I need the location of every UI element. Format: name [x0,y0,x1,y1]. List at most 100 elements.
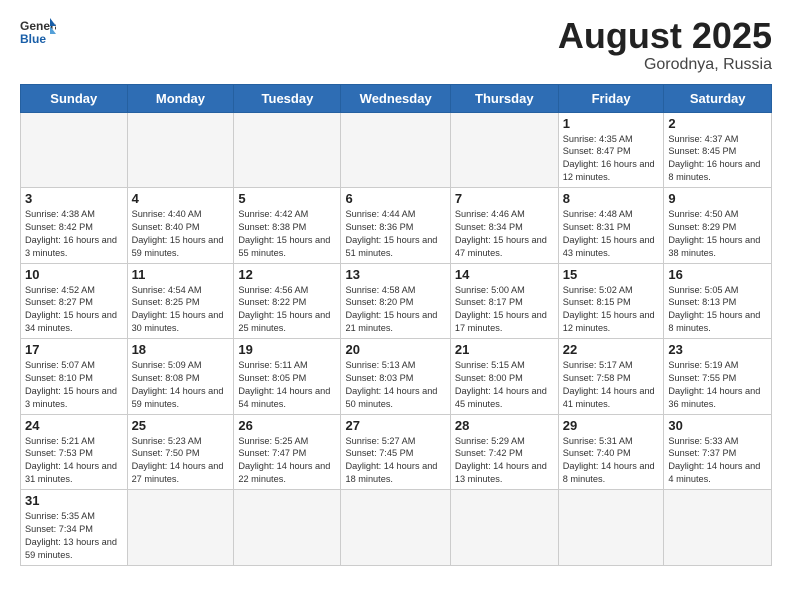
table-row [234,490,341,566]
day-number: 13 [345,267,445,282]
header-tuesday: Tuesday [234,84,341,112]
day-number: 8 [563,191,660,206]
day-info: Sunrise: 5:33 AMSunset: 7:37 PMDaylight:… [668,435,767,487]
table-row: 19Sunrise: 5:11 AMSunset: 8:05 PMDayligh… [234,339,341,415]
table-row: 28 Sunrise: 5:29 AMSunset: 7:42 PMDayligh… [450,414,558,490]
day-number: 24 [25,418,123,433]
table-row [341,490,450,566]
day-number: 29 [563,418,660,433]
day-info: Sunrise: 5:00 AMSunset: 8:17 PMDaylight:… [455,284,554,336]
day-info: Sunrise: 5:07 AMSunset: 8:10 PMDaylight:… [25,359,123,411]
table-row: 4 Sunrise: 4:40 AMSunset: 8:40 PMDaylight… [127,188,234,264]
day-info: Sunrise: 5:27 AMSunset: 7:45 PMDaylight:… [345,435,445,487]
day-number: 9 [668,191,767,206]
table-row: 21 Sunrise: 5:15 AMSunset: 8:00 PMDayligh… [450,339,558,415]
day-number: 10 [25,267,123,282]
day-info: Sunrise: 5:25 AMSunset: 7:47 PMDaylight:… [238,435,336,487]
table-row [558,490,664,566]
day-number: 21 [455,342,554,357]
table-row: 23Sunrise: 5:19 AMSunset: 7:55 PMDayligh… [664,339,772,415]
table-row: 13 Sunrise: 4:58 AMSunset: 8:20 PMDayligh… [341,263,450,339]
day-number: 18 [132,342,230,357]
day-number: 16 [668,267,767,282]
logo: General Blue [20,16,56,46]
table-row [664,490,772,566]
day-info: Sunrise: 4:44 AMSunset: 8:36 PMDaylight:… [345,208,445,260]
header: General Blue August 2025 Gorodnya, Russi… [20,16,772,74]
header-wednesday: Wednesday [341,84,450,112]
table-row: 11 Sunrise: 4:54 AMSunset: 8:25 PMDayligh… [127,263,234,339]
day-info: Sunrise: 4:42 AMSunset: 8:38 PMDaylight:… [238,208,336,260]
subtitle: Gorodnya, Russia [558,56,772,74]
header-saturday: Saturday [664,84,772,112]
day-info: Sunrise: 4:48 AMSunset: 8:31 PMDaylight:… [563,208,660,260]
day-number: 17 [25,342,123,357]
table-row [127,490,234,566]
day-info: Sunrise: 5:02 AMSunset: 8:15 PMDaylight:… [563,284,660,336]
logo-icon: General Blue [20,16,56,46]
day-info: Sunrise: 4:58 AMSunset: 8:20 PMDaylight:… [345,284,445,336]
header-sunday: Sunday [21,84,128,112]
day-info: Sunrise: 5:31 AMSunset: 7:40 PMDaylight:… [563,435,660,487]
day-number: 30 [668,418,767,433]
table-row: 15 Sunrise: 5:02 AMSunset: 8:15 PMDayligh… [558,263,664,339]
table-row: 30 Sunrise: 5:33 AMSunset: 7:37 PMDayligh… [664,414,772,490]
table-row: 14Sunrise: 5:00 AMSunset: 8:17 PMDayligh… [450,263,558,339]
day-info: Sunrise: 4:54 AMSunset: 8:25 PMDaylight:… [132,284,230,336]
table-row: 20 Sunrise: 5:13 AMSunset: 8:03 PMDayligh… [341,339,450,415]
title-block: August 2025 Gorodnya, Russia [558,16,772,74]
table-row: 24 Sunrise: 5:21 AMSunset: 7:53 PMDayligh… [21,414,128,490]
day-info: Sunrise: 5:17 AMSunset: 7:58 PMDaylight:… [563,359,660,411]
day-info: Sunrise: 5:35 AMSunset: 7:34 PMDaylight:… [25,510,123,562]
table-row: 22 Sunrise: 5:17 AMSunset: 7:58 PMDayligh… [558,339,664,415]
table-row [234,112,341,188]
day-number: 31 [25,493,123,508]
day-number: 22 [563,342,660,357]
table-row: 8 Sunrise: 4:48 AMSunset: 8:31 PMDaylight… [558,188,664,264]
day-number: 3 [25,191,123,206]
table-row: 26 Sunrise: 5:25 AMSunset: 7:47 PMDayligh… [234,414,341,490]
table-row: 31 Sunrise: 5:35 AMSunset: 7:34 PMDayligh… [21,490,128,566]
day-number: 26 [238,418,336,433]
day-number: 12 [238,267,336,282]
page: General Blue August 2025 Gorodnya, Russi… [0,0,792,612]
day-info: Sunrise: 5:21 AMSunset: 7:53 PMDaylight:… [25,435,123,487]
day-info: Sunrise: 5:19 AMSunset: 7:55 PMDaylight:… [668,359,767,411]
header-friday: Friday [558,84,664,112]
day-number: 15 [563,267,660,282]
svg-text:Blue: Blue [20,32,46,46]
day-info: Sunrise: 5:13 AMSunset: 8:03 PMDaylight:… [345,359,445,411]
day-number: 20 [345,342,445,357]
table-row [127,112,234,188]
day-info: Sunrise: 4:38 AMSunset: 8:42 PMDaylight:… [25,208,123,260]
table-row [450,112,558,188]
table-row: 7Sunrise: 4:46 AMSunset: 8:34 PMDaylight… [450,188,558,264]
day-number: 25 [132,418,230,433]
table-row: 29 Sunrise: 5:31 AMSunset: 7:40 PMDayligh… [558,414,664,490]
month-title: August 2025 [558,16,772,56]
day-info: Sunrise: 5:15 AMSunset: 8:00 PMDaylight:… [455,359,554,411]
table-row: 18 Sunrise: 5:09 AMSunset: 8:08 PMDayligh… [127,339,234,415]
day-info: Sunrise: 4:35 AMSunset: 8:47 PMDaylight:… [563,133,660,185]
table-row: 9Sunrise: 4:50 AMSunset: 8:29 PMDaylight… [664,188,772,264]
day-number: 28 [455,418,554,433]
day-info: Sunrise: 4:40 AMSunset: 8:40 PMDaylight:… [132,208,230,260]
day-number: 11 [132,267,230,282]
day-number: 6 [345,191,445,206]
day-info: Sunrise: 5:05 AMSunset: 8:13 PMDaylight:… [668,284,767,336]
day-info: Sunrise: 5:29 AMSunset: 7:42 PMDaylight:… [455,435,554,487]
table-row: 25Sunrise: 5:23 AMSunset: 7:50 PMDayligh… [127,414,234,490]
day-number: 1 [563,116,660,131]
day-info: Sunrise: 5:09 AMSunset: 8:08 PMDaylight:… [132,359,230,411]
table-row: 6 Sunrise: 4:44 AMSunset: 8:36 PMDaylight… [341,188,450,264]
table-row [21,112,128,188]
table-row: 2Sunrise: 4:37 AMSunset: 8:45 PMDaylight… [664,112,772,188]
calendar-table: Sunday Monday Tuesday Wednesday Thursday… [20,84,772,566]
table-row: 10Sunrise: 4:52 AMSunset: 8:27 PMDayligh… [21,263,128,339]
table-row: 16 Sunrise: 5:05 AMSunset: 8:13 PMDayligh… [664,263,772,339]
day-number: 4 [132,191,230,206]
table-row: 3 Sunrise: 4:38 AMSunset: 8:42 PMDaylight… [21,188,128,264]
day-number: 19 [238,342,336,357]
header-thursday: Thursday [450,84,558,112]
calendar-header-row: Sunday Monday Tuesday Wednesday Thursday… [21,84,772,112]
